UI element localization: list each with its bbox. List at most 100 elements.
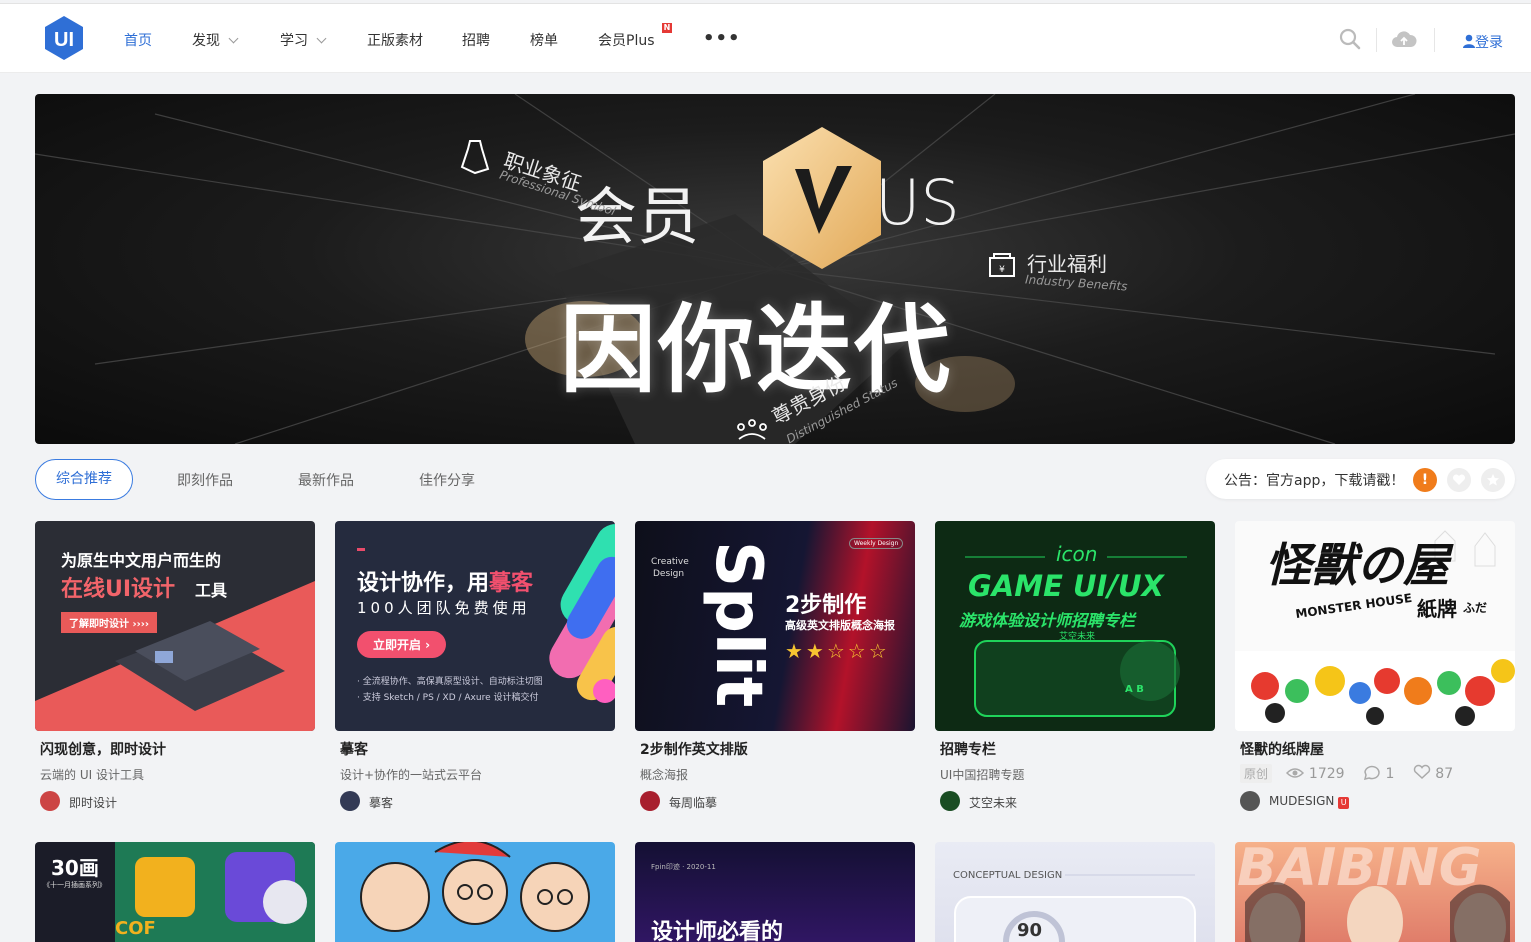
card-cover[interactable]: Split Creative Design Weekly Design 2步制作… bbox=[635, 521, 915, 731]
ui-china-logo[interactable]: UI bbox=[43, 15, 85, 61]
logo-text: UI bbox=[54, 29, 74, 51]
nav-jobs[interactable]: 招聘 bbox=[462, 30, 490, 50]
tab-great-works[interactable]: 佳作分享 bbox=[419, 470, 475, 490]
work-card[interactable]: Split Creative Design Weekly Design 2步制作… bbox=[635, 521, 915, 821]
card-author-name: MUDESIGN bbox=[1269, 794, 1335, 808]
card-title[interactable]: 怪獸的纸牌屋 bbox=[1240, 739, 1324, 759]
work-card[interactable]: BAIBING bbox=[1235, 842, 1515, 942]
login-label: 登录 bbox=[1475, 35, 1503, 51]
banner-vip-right: US bbox=[875, 166, 960, 239]
crown-icon bbox=[737, 419, 767, 440]
cover-line-2: 《十一月插画系列》 bbox=[43, 881, 106, 889]
work-card[interactable]: 设计协作，用摹客 100人团队免费使用 立即开启 › · 全流程协作、高保真原型… bbox=[335, 521, 615, 821]
card-cover-art bbox=[360, 842, 590, 932]
work-card[interactable]: 为原生中文用户而生的 在线UI设计 工具 了解即时设计 ›››› 闪现创意，即时… bbox=[35, 521, 315, 821]
card-title[interactable]: 闪现创意，即时设计 bbox=[40, 739, 166, 759]
cover-keys: A B bbox=[1125, 684, 1144, 695]
work-card[interactable]: Fpin印迹 · 2020-11 设计师必看的 bbox=[635, 842, 915, 942]
nav-home[interactable]: 首页 bbox=[124, 30, 152, 50]
gift-box-icon: ¥ bbox=[989, 253, 1015, 277]
work-card[interactable]: 30画 《十一月插画系列》 COF bbox=[35, 842, 315, 942]
work-card[interactable] bbox=[335, 842, 615, 942]
user-icon bbox=[1463, 34, 1475, 48]
cover-split-text: Split bbox=[701, 541, 775, 708]
cover-line-2: 100人团队免费使用 bbox=[357, 599, 531, 617]
cloud-upload-icon[interactable] bbox=[1391, 30, 1417, 48]
card-cover-art bbox=[1245, 882, 1510, 942]
site-header: UI 首页 发现 学习 正版素材 招聘 榜单 会员Plus N ••• 登录 bbox=[0, 4, 1531, 73]
card-author[interactable]: 每周临摹 bbox=[669, 794, 717, 811]
card-author[interactable]: 艾空未来 bbox=[969, 794, 1017, 811]
nav-vip-plus[interactable]: 会员Plus bbox=[598, 30, 655, 50]
card-cover[interactable]: 为原生中文用户而生的 在线UI设计 工具 了解即时设计 ›››› bbox=[35, 521, 315, 731]
cover-meta: Fpin印迹 · 2020-11 bbox=[651, 863, 716, 871]
avatar[interactable] bbox=[640, 791, 660, 811]
tie-icon bbox=[460, 140, 490, 175]
work-card[interactable]: 怪獸の屋 MONSTER HOUSE 紙牌 ふだ 怪獸的纸牌屋 原创 1729 … bbox=[1235, 521, 1515, 821]
heart-icon[interactable] bbox=[1447, 468, 1471, 492]
card-title[interactable]: 2步制作英文排版 bbox=[640, 739, 748, 759]
nav-discover[interactable]: 发现 bbox=[192, 30, 239, 50]
card-cover[interactable]: icon GAME UI/UX 游戏体验设计师招聘专栏 艾空未来 A B bbox=[935, 521, 1215, 731]
card-cover[interactable]: 设计协作，用摹客 100人团队免费使用 立即开启 › · 全流程协作、高保真原型… bbox=[335, 521, 615, 731]
cover-line-2b: 工具 bbox=[195, 581, 228, 600]
nav-rankings[interactable]: 榜单 bbox=[530, 30, 558, 50]
card-title[interactable]: 招聘专栏 bbox=[940, 739, 996, 759]
comment-icon bbox=[1363, 765, 1380, 781]
card-subtitle: UI中国招聘专题 bbox=[940, 768, 1025, 782]
cover-word: COF bbox=[115, 918, 156, 939]
card-subtitle: 概念海报 bbox=[640, 768, 689, 782]
vip-v-badge-icon bbox=[763, 127, 881, 269]
avatar[interactable] bbox=[340, 791, 360, 811]
card-subtitle: 设计+协作的一站式云平台 bbox=[340, 768, 483, 782]
header-divider bbox=[1376, 28, 1377, 52]
alert-icon: ! bbox=[1413, 468, 1437, 492]
vip-banner[interactable]: 会员 US 因你迭代 职业象征 Professional Symbol ¥ 行业… bbox=[35, 94, 1515, 444]
cover-line-1: 怪獸の屋 bbox=[1265, 538, 1449, 592]
avatar[interactable] bbox=[940, 791, 960, 811]
cover-bullet-1: · 全流程协作、高保真原型设计、自动标注切图 bbox=[357, 677, 543, 687]
verified-badge-icon: U bbox=[1338, 797, 1350, 809]
tab-recommended[interactable]: 综合推荐 bbox=[35, 459, 133, 500]
cover-line-1: 2步制作 bbox=[785, 593, 867, 618]
cover-line-1: 设计师必看的 bbox=[651, 920, 784, 942]
chevron-down-icon bbox=[228, 33, 239, 44]
cover-creative: Creative bbox=[651, 557, 689, 567]
login-link[interactable]: 登录 bbox=[1463, 32, 1503, 52]
more-menu-button[interactable]: ••• bbox=[703, 28, 741, 49]
cover-line-1: GAME UI/UX bbox=[968, 569, 1164, 603]
card-author[interactable]: 摹客 bbox=[369, 794, 393, 811]
announcement-text[interactable]: 公告：官方app，下载请戳！ bbox=[1224, 470, 1404, 490]
cover-design: Design bbox=[653, 569, 685, 579]
nav-learn-label: 学习 bbox=[280, 33, 308, 49]
card-author[interactable]: MUDESIGN U bbox=[1269, 794, 1350, 809]
cover-cta: 立即开启 › bbox=[357, 631, 447, 658]
avatar[interactable] bbox=[1240, 791, 1260, 811]
nav-learn[interactable]: 学习 bbox=[280, 30, 327, 50]
cover-stars: ★★☆☆☆ bbox=[785, 639, 890, 663]
cover-bullet-2: · 支持 Sketch / PS / XD / Axure 设计稿交付 bbox=[357, 693, 539, 703]
card-author[interactable]: 即时设计 bbox=[69, 794, 117, 811]
card-title[interactable]: 摹客 bbox=[340, 739, 368, 759]
work-card[interactable]: icon GAME UI/UX 游戏体验设计师招聘专栏 艾空未来 A B 招聘专… bbox=[935, 521, 1215, 821]
work-card[interactable]: CONCEPTUAL DESIGN 90 bbox=[935, 842, 1215, 942]
tab-latest-works[interactable]: 最新作品 bbox=[298, 470, 354, 490]
nav-assets[interactable]: 正版素材 bbox=[367, 30, 423, 50]
search-icon[interactable] bbox=[1339, 28, 1361, 50]
cover-line-2: 游戏体验设计师招聘专栏 bbox=[959, 611, 1136, 630]
cover-line-3: 艾空未来 bbox=[1059, 632, 1096, 642]
heart-icon[interactable] bbox=[1413, 764, 1431, 780]
card-subtitle: 云端的 UI 设计工具 bbox=[40, 768, 144, 782]
header-divider bbox=[1434, 28, 1435, 52]
announcement-bar[interactable]: 公告：官方app，下载请戳！ ! bbox=[1206, 459, 1515, 499]
new-badge: N bbox=[662, 23, 672, 33]
cover-number: 90 bbox=[1017, 920, 1043, 941]
star-icon[interactable] bbox=[1481, 468, 1505, 492]
avatar[interactable] bbox=[40, 791, 60, 811]
eye-icon bbox=[1286, 768, 1305, 778]
card-cover[interactable]: 怪獸の屋 MONSTER HOUSE 紙牌 ふだ bbox=[1235, 521, 1515, 731]
nav-discover-label: 发现 bbox=[192, 33, 220, 49]
cover-icon-text: icon bbox=[1056, 542, 1098, 566]
tab-instant-works[interactable]: 即刻作品 bbox=[177, 470, 233, 490]
cover-line-1: 30画 bbox=[51, 856, 99, 880]
